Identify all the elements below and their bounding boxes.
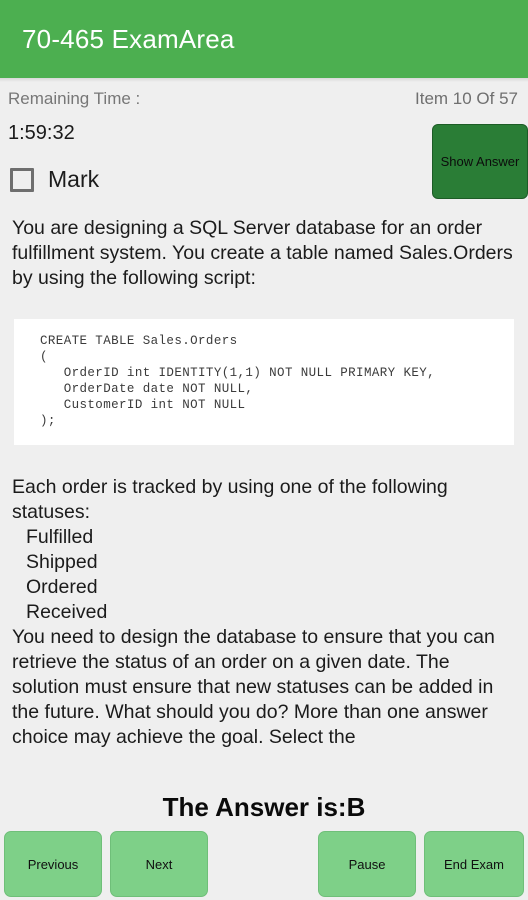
status-row: Remaining Time : Item 10 Of 57 — [0, 82, 528, 116]
mark-label: Mark — [48, 166, 100, 192]
status-list: Fulfilled Shipped Ordered Received — [26, 526, 108, 623]
pause-button-label: Pause — [348, 856, 386, 872]
previous-button-label: Previous — [27, 856, 79, 872]
end-exam-button[interactable]: End Exam — [424, 831, 524, 897]
sql-script-code: CREATE TABLE Sales.Orders ( OrderID int … — [40, 334, 436, 428]
previous-button[interactable]: Previous — [4, 831, 102, 897]
mark-question-control[interactable]: Mark — [10, 166, 99, 193]
item-counter: Item 10 Of 57 — [415, 89, 518, 108]
next-button[interactable]: Next — [110, 831, 208, 897]
answer-reveal: The Answer is:B — [0, 786, 528, 828]
question-scroll-area[interactable]: You are designing a SQL Server database … — [0, 216, 528, 786]
question-body-text: You need to design the database to ensur… — [12, 626, 495, 748]
answer-text: The Answer is:B — [162, 791, 366, 822]
end-exam-button-label: End Exam — [444, 856, 504, 872]
exam-app-window: 70-465 ExamArea Remaining Time : Item 10… — [0, 0, 528, 900]
app-title: 70-465 ExamArea — [22, 23, 235, 54]
show-answer-button-label: Show Answer — [440, 154, 520, 169]
sql-script-image: CREATE TABLE Sales.Orders ( OrderID int … — [14, 319, 514, 445]
pause-button[interactable]: Pause — [318, 831, 416, 897]
show-answer-button[interactable]: Show Answer — [432, 124, 528, 199]
countdown-timer: 1:59:32 — [8, 122, 75, 144]
statuses-intro-text: Each order is tracked by using one of th… — [12, 476, 448, 523]
navigation-button-bar: Previous Next Pause End Exam — [0, 828, 528, 900]
timer-and-controls: 1:59:32 Mark Show Answer — [0, 116, 528, 216]
remaining-time-label: Remaining Time : — [8, 89, 141, 108]
question-intro-text: You are designing a SQL Server database … — [12, 217, 513, 289]
empty-checkbox-icon[interactable] — [10, 167, 34, 192]
next-button-label: Next — [145, 856, 173, 872]
app-title-bar: 70-465 ExamArea — [0, 0, 528, 78]
